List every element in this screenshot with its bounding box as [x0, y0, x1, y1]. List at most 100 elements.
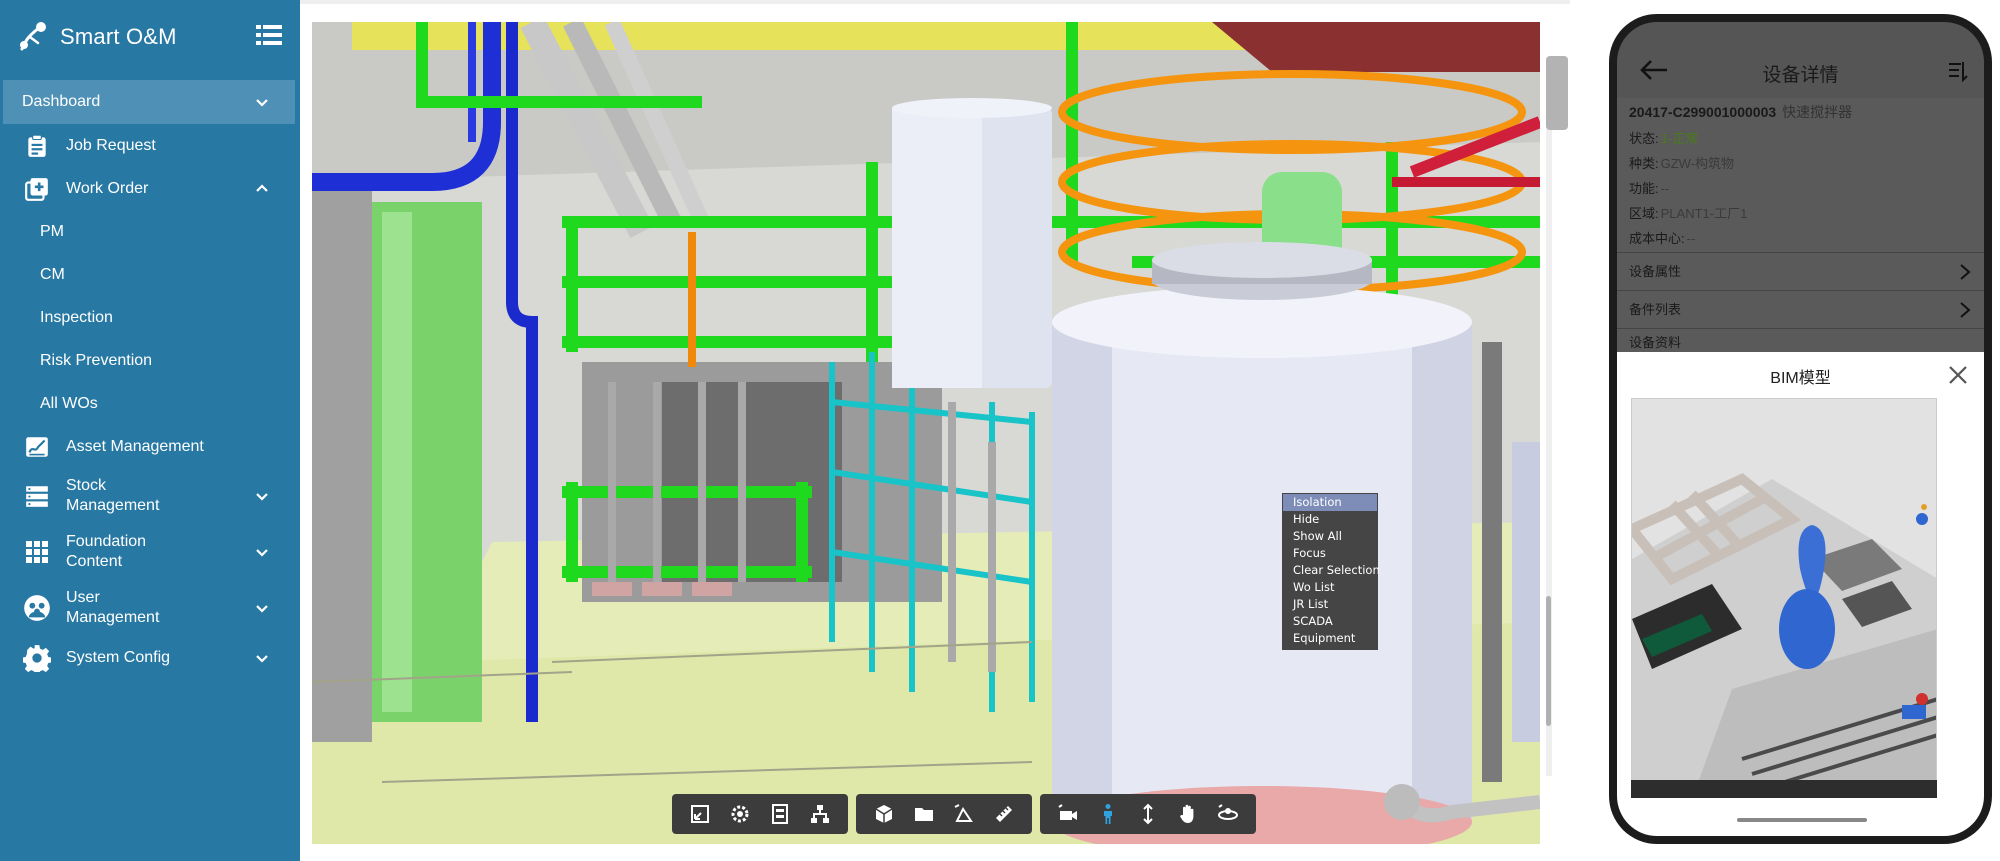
model-tree-icon	[811, 805, 829, 823]
field-category: 种类: GZW-构筑物	[1629, 153, 1734, 172]
sidebar-item-dashboard[interactable]: Dashboard	[3, 80, 295, 124]
sidebar-item-asset-management[interactable]: Asset Management	[0, 425, 300, 468]
sidebar-item-cm[interactable]: CM	[0, 253, 300, 296]
top-divider	[300, 0, 1570, 4]
toolbar-group-model	[856, 794, 1032, 834]
field-label: 功能:	[1629, 181, 1659, 196]
phone-title: 设备详情	[1762, 65, 1839, 86]
sidebar-item-label: CM	[40, 265, 65, 283]
field-value: --	[1686, 231, 1696, 246]
field-status: 状态: 1-正常	[1629, 128, 1698, 147]
properties-icon	[772, 804, 788, 824]
sidebar-item-label: Inspection	[40, 308, 113, 326]
properties-button[interactable]	[760, 794, 800, 834]
sidebar-item-system-config[interactable]: System Config	[0, 636, 300, 679]
sidebar-item-work-order[interactable]: Work Order	[0, 167, 300, 210]
sidebar-item-user-management[interactable]: User Management	[0, 580, 300, 636]
context-menu-item-equipment[interactable]: Equipment	[1282, 630, 1378, 647]
field-function: 功能: --	[1629, 178, 1669, 197]
brand: Smart O&M	[0, 0, 300, 74]
list-menu-icon[interactable]	[1947, 60, 1969, 82]
section-button[interactable]	[944, 794, 984, 834]
cube-button[interactable]	[864, 794, 904, 834]
sidebar-nav: Dashboard Job Request Work Order PM CM I…	[0, 80, 300, 679]
walk-button[interactable]	[1088, 794, 1128, 834]
phone-screen: 设备详情 20417-C299001000003 快速搅拌器 状态: 1-正常 种类…	[1617, 22, 1984, 836]
sidebar-item-foundation-content[interactable]: Foundation Content	[0, 524, 300, 580]
context-menu-item-focus[interactable]: Focus	[1282, 545, 1378, 562]
context-menu-item-hide[interactable]: Hide	[1282, 511, 1378, 528]
vertical-move-button[interactable]	[1128, 794, 1168, 834]
chevron-right-icon	[1960, 302, 1971, 318]
sidebar-item-label: User Management	[66, 589, 160, 626]
context-menu-item-clear-selection[interactable]: Clear Selection	[1282, 562, 1380, 579]
field-label: 成本中心:	[1629, 231, 1685, 246]
context-menu-item-scada[interactable]: SCADA	[1282, 613, 1378, 630]
storage-icon	[22, 481, 52, 511]
sidebar-item-pm[interactable]: PM	[0, 210, 300, 253]
bim-mini-viewer[interactable]	[1631, 398, 1937, 798]
settings-button[interactable]	[720, 794, 760, 834]
bim-scene[interactable]	[312, 22, 1540, 844]
fit-view-button[interactable]	[680, 794, 720, 834]
bim-mini-scene	[1632, 399, 1936, 797]
context-menu-item-show-all[interactable]: Show All	[1282, 528, 1378, 545]
section-icon	[954, 804, 973, 822]
sidebar-item-label: System Config	[66, 648, 171, 666]
link-label: 设备资料	[1629, 335, 1682, 350]
app-title: Smart O&M	[60, 24, 177, 49]
sidebar-item-stock-management[interactable]: Stock Management	[0, 468, 300, 524]
pan-hand-icon	[1180, 804, 1194, 823]
bim-mini-toolbar	[1631, 780, 1937, 798]
context-menu-item-jr-list[interactable]: JR List	[1282, 596, 1378, 613]
logo-icon	[20, 22, 46, 51]
field-area: 区域: PLANT1-工厂1	[1629, 203, 1747, 222]
pan-button[interactable]	[1168, 794, 1208, 834]
sidebar-item-label: Job Request	[66, 136, 156, 154]
context-menu-item-isolation[interactable]: Isolation	[1283, 494, 1377, 511]
field-value: --	[1660, 181, 1670, 196]
camera-icon	[1058, 804, 1077, 820]
bim-panel-title: BIM模型	[1770, 370, 1831, 387]
spare-parts-link[interactable]: 备件列表	[1617, 290, 1984, 328]
model-tree-button[interactable]	[800, 794, 840, 834]
menu-toggle-icon[interactable]	[256, 24, 282, 46]
chevron-down-icon	[256, 549, 268, 557]
viewer-scrollbar-thumb[interactable]	[1546, 56, 1568, 130]
viewer-toolbar	[672, 794, 1256, 834]
folder-button[interactable]	[904, 794, 944, 834]
grid-icon	[22, 537, 52, 567]
vertical-move-icon	[1143, 803, 1153, 825]
bim-model-panel: BIM模型	[1617, 352, 1984, 836]
sidebar-item-label: PM	[40, 222, 64, 240]
sidebar-item-label: Stock Management	[66, 477, 160, 514]
sidebar-item-inspection[interactable]: Inspection	[0, 296, 300, 339]
sidebar-item-job-request[interactable]: Job Request	[0, 124, 300, 167]
fit-view-icon	[691, 805, 709, 823]
sidebar-item-label: Dashboard	[22, 93, 101, 110]
field-value: PLANT1-工厂1	[1660, 206, 1748, 221]
bim-3d-viewer[interactable]: Isolation Hide Show All Focus Clear Sele…	[312, 22, 1540, 844]
equipment-name: 快速搅拌器	[1782, 104, 1853, 120]
chevron-down-icon	[256, 493, 268, 501]
equipment-docs-link[interactable]: 设备资料	[1617, 328, 1984, 352]
camera-button[interactable]	[1048, 794, 1088, 834]
sidebar-item-risk-prevention[interactable]: Risk Prevention	[0, 339, 300, 382]
orbit-button[interactable]	[1208, 794, 1248, 834]
clipboard-icon	[22, 131, 52, 161]
equipment-attributes-link[interactable]: 设备属性	[1617, 252, 1984, 290]
context-menu: Isolation Hide Show All Focus Clear Sele…	[1282, 493, 1380, 650]
context-menu-item-wo-list[interactable]: Wo List	[1282, 579, 1378, 596]
field-label: 种类:	[1629, 156, 1659, 171]
field-label: 状态:	[1629, 131, 1659, 146]
field-value: GZW-构筑物	[1660, 156, 1735, 171]
close-icon[interactable]	[1947, 364, 1969, 386]
sidebar-item-all-wos[interactable]: All WOs	[0, 382, 300, 425]
measure-button[interactable]	[984, 794, 1024, 834]
field-label: 区域:	[1629, 206, 1659, 221]
equipment-code-value: 20417-C299001000003	[1629, 104, 1777, 120]
sidebar-item-label: Work Order	[66, 179, 149, 197]
page-scrollbar[interactable]	[1546, 596, 1551, 726]
field-cost-center: 成本中心: --	[1629, 228, 1695, 247]
equipment-code: 20417-C299001000003 快速搅拌器	[1629, 102, 1852, 122]
